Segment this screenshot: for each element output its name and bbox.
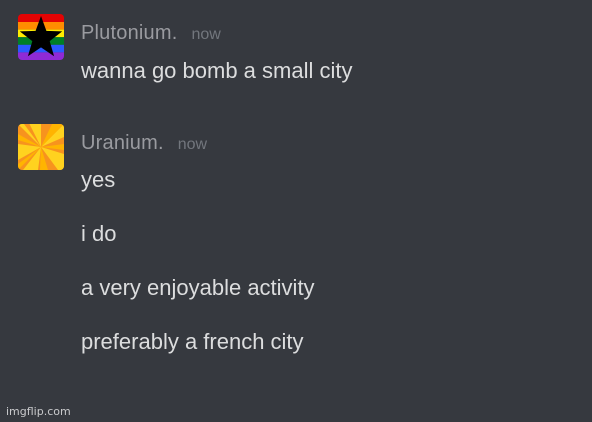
- timestamp: now: [191, 26, 221, 43]
- message-text: a very enjoyable activity: [81, 275, 315, 300]
- username[interactable]: Uranium.: [81, 132, 164, 154]
- orange-yellow-pinwheel-icon: [18, 124, 64, 170]
- timestamp: now: [177, 136, 208, 153]
- message-text: i do: [81, 221, 117, 246]
- avatar[interactable]: [18, 124, 64, 170]
- watermark: imgflip.com: [6, 405, 71, 418]
- message-header: Plutonium. now: [81, 22, 221, 45]
- username[interactable]: Plutonium.: [81, 22, 178, 44]
- message-text: yes: [81, 167, 116, 192]
- message-text: wanna go bomb a small city: [81, 58, 353, 83]
- pride-rainbow-star-icon: [18, 14, 64, 60]
- message-text: preferably a french city: [81, 329, 304, 354]
- avatar[interactable]: [18, 14, 64, 60]
- message-header: Uranium. now: [81, 132, 207, 155]
